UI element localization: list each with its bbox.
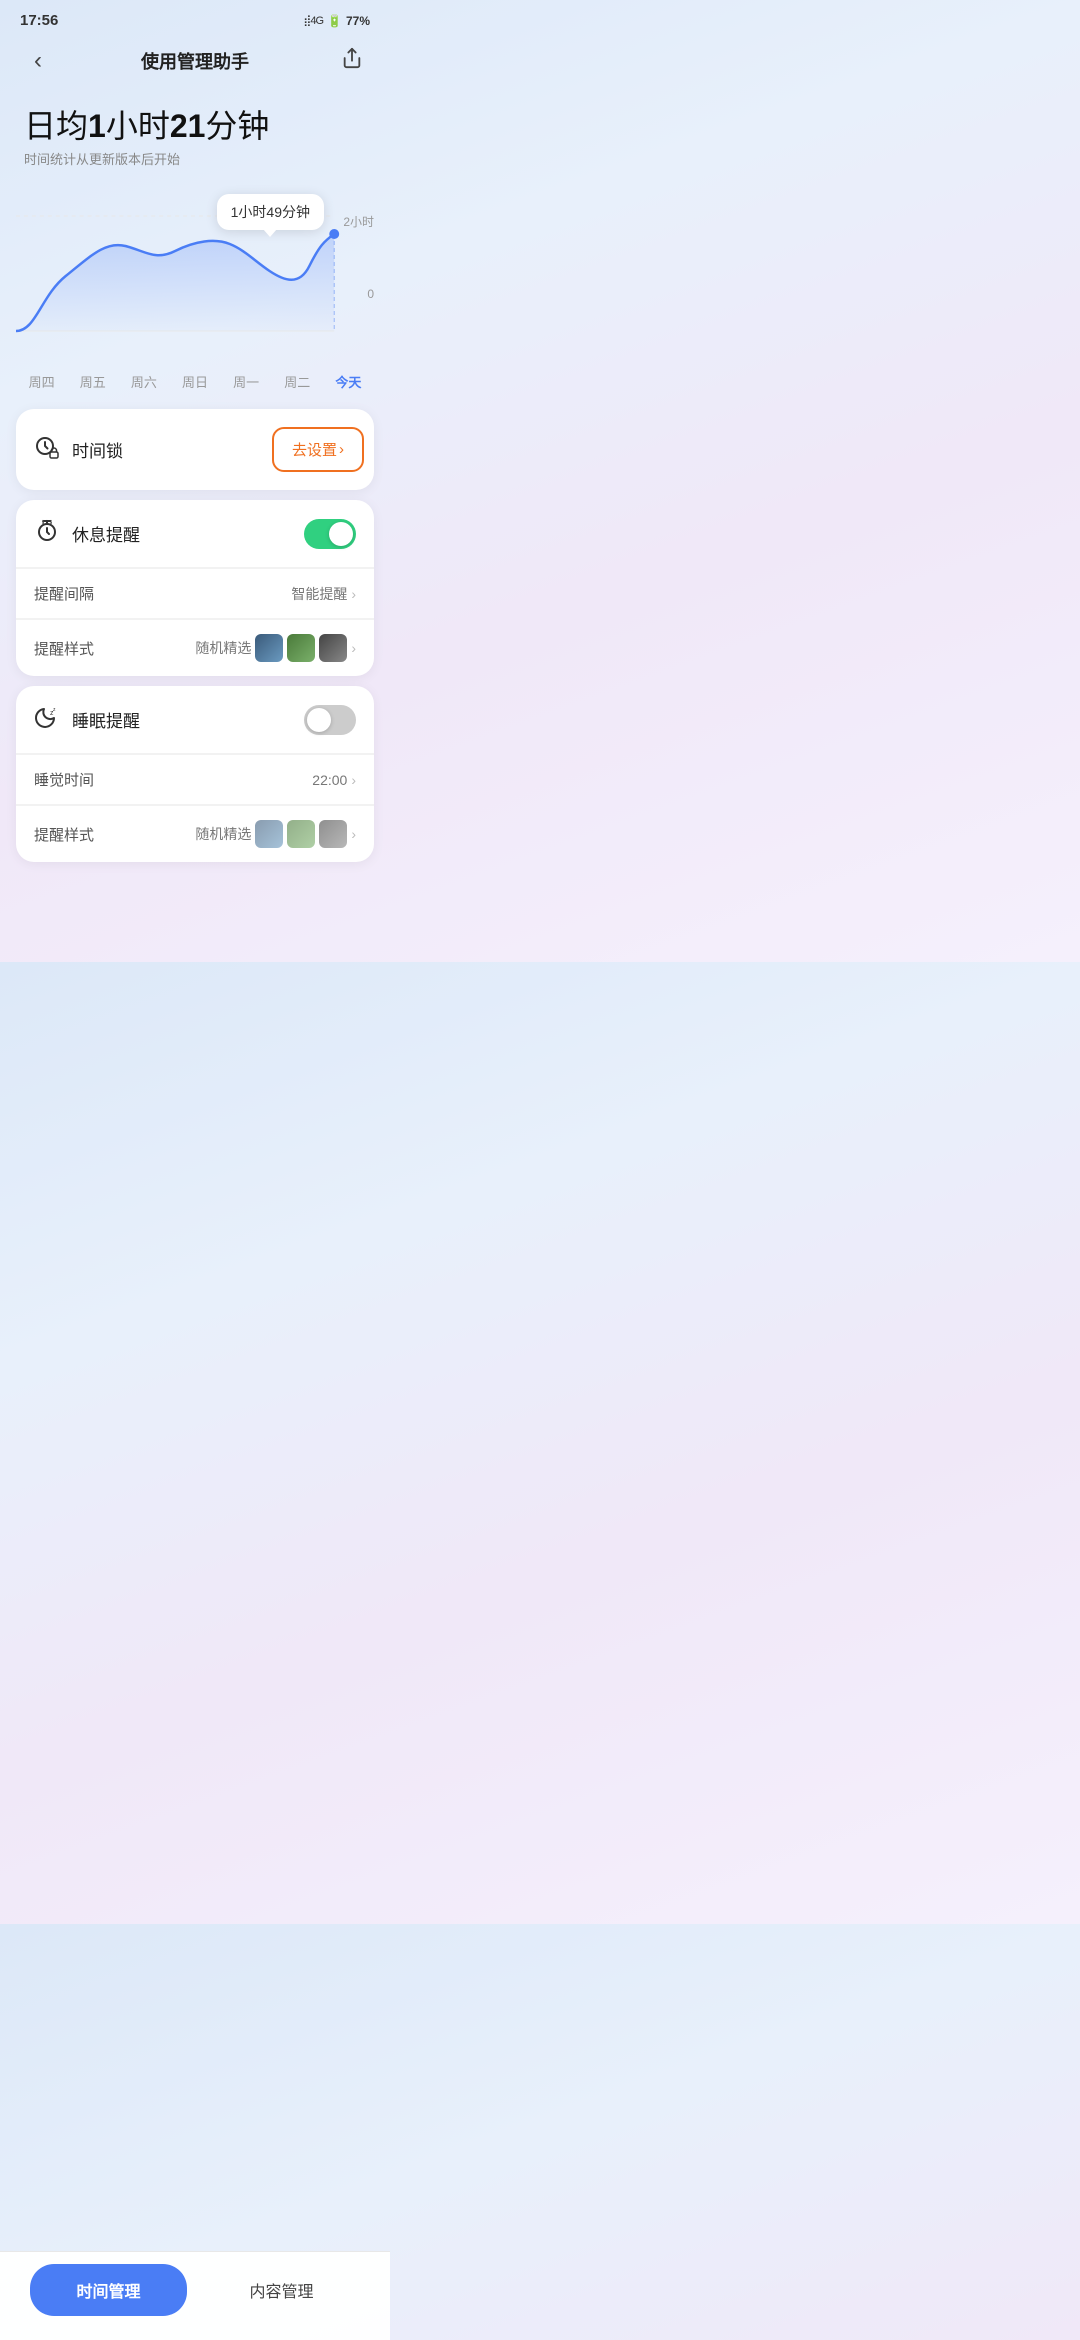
y-label-0: 0 <box>343 288 374 300</box>
time-lock-icon <box>34 434 60 466</box>
content-management-tab[interactable]: 内容管理 <box>203 2264 360 2316</box>
day-today: 今天 <box>323 372 374 391</box>
rest-reminder-toggle[interactable] <box>304 519 356 549</box>
thumb-2 <box>287 634 315 662</box>
daily-avg-subtitle: 时间统计从更新版本后开始 <box>24 149 366 168</box>
reminder-style-label: 提醒样式 <box>34 638 94 659</box>
toggle-circle-sleep <box>307 708 331 732</box>
reminder-thumbnails <box>255 634 347 662</box>
sleep-thumbnails <box>255 820 347 848</box>
day-labels: 周四 周五 周六 周日 周一 周二 今天 <box>0 366 390 399</box>
share-icon <box>341 47 363 75</box>
day-thu: 周四 <box>16 372 67 391</box>
sleep-thumb-3 <box>319 820 347 848</box>
back-button[interactable]: ‹ <box>20 43 56 79</box>
chart-tooltip: 1小时49分钟 <box>217 194 324 230</box>
rest-reminder-card: 休息提醒 提醒间隔 智能提醒 › 提醒样式 随机精选 <box>16 500 374 676</box>
sleep-time-row[interactable]: 睡觉时间 22:00 › <box>16 754 374 804</box>
sleep-reminder-label: 睡眠提醒 <box>72 707 140 732</box>
sleep-time-chevron: › <box>351 772 356 788</box>
sleep-reminder-card: z z 睡眠提醒 睡觉时间 22:00 › 提醒样式 随机精选 <box>16 686 374 862</box>
bottom-tabs: 时间管理 内容管理 <box>0 2251 390 2340</box>
svg-text:z: z <box>53 707 56 713</box>
toggle-circle <box>329 522 353 546</box>
reminder-interval-label: 提醒间隔 <box>34 583 94 604</box>
sleep-style-chevron: › <box>351 826 356 842</box>
rest-reminder-left: 休息提醒 <box>34 518 140 549</box>
daily-avg-minute-unit: 分钟 <box>205 108 269 144</box>
sleep-thumb-2 <box>287 820 315 848</box>
time-lock-label: 时间锁 <box>72 437 123 462</box>
sleep-style-row[interactable]: 提醒样式 随机精选 › <box>16 805 374 862</box>
day-sun: 周日 <box>169 372 220 391</box>
sleep-style-label: 提醒样式 <box>34 824 94 845</box>
goto-settings-button[interactable]: 去设置 › <box>272 427 364 472</box>
status-bar: 17:56 ⣾4G 🔋 77% <box>0 0 390 35</box>
sleep-reminder-toggle[interactable] <box>304 705 356 735</box>
usage-chart: 1小时49分钟 2小时 0 <box>0 176 390 399</box>
reminder-interval-row[interactable]: 提醒间隔 智能提醒 › <box>16 568 374 618</box>
daily-avg-hour-unit: 小时 <box>106 108 170 144</box>
y-label-2hours: 2小时 <box>343 216 374 228</box>
page-title: 使用管理助手 <box>141 48 249 74</box>
goto-settings-label: 去设置 <box>292 439 337 460</box>
sleep-reminder-row: z z 睡眠提醒 <box>16 686 374 753</box>
sleep-reminder-left: z z 睡眠提醒 <box>34 704 140 735</box>
status-time: 17:56 <box>20 12 58 29</box>
goto-chevron-icon: › <box>339 441 344 458</box>
moon-svg: z z <box>34 704 60 730</box>
thumb-3 <box>319 634 347 662</box>
daily-average-section: 日均1小时21分钟 时间统计从更新版本后开始 <box>0 91 390 176</box>
reminder-style-row[interactable]: 提醒样式 随机精选 › <box>16 619 374 676</box>
y-label-2h: 2小时 0 <box>343 216 374 300</box>
rest-reminder-icon <box>34 518 60 549</box>
sleep-reminder-icon: z z <box>34 704 60 735</box>
reminder-interval-chevron: › <box>351 586 356 602</box>
signal-icon: ⣾4G <box>303 14 323 27</box>
timer-svg <box>34 518 60 544</box>
battery-level: 77% <box>346 14 370 28</box>
reminder-interval-text: 智能提醒 <box>291 584 347 604</box>
daily-avg-minutes: 21 <box>170 108 206 144</box>
time-management-tab[interactable]: 时间管理 <box>30 2264 187 2316</box>
daily-average-title: 日均1小时21分钟 <box>24 107 366 145</box>
reminder-interval-value: 智能提醒 › <box>291 584 356 604</box>
daily-avg-hours: 1 <box>88 108 106 144</box>
day-sat: 周六 <box>118 372 169 391</box>
tooltip-text: 1小时49分钟 <box>231 204 310 220</box>
reminder-style-chevron: › <box>351 640 356 656</box>
sleep-time-value: 22:00 › <box>312 772 356 788</box>
sleep-time-label: 睡觉时间 <box>34 769 94 790</box>
sleep-style-text: 随机精选 <box>195 824 251 844</box>
reminder-style-text: 随机精选 <box>195 638 251 658</box>
sleep-thumb-1 <box>255 820 283 848</box>
time-lock-card: 时间锁 去设置 › <box>16 409 374 490</box>
day-fri: 周五 <box>67 372 118 391</box>
reminder-style-value: 随机精选 › <box>195 634 356 662</box>
sleep-time-text: 22:00 <box>312 772 347 788</box>
day-mon: 周一 <box>221 372 272 391</box>
clock-lock-svg <box>34 434 60 460</box>
daily-avg-prefix: 日均 <box>24 108 88 144</box>
status-icons: ⣾4G 🔋 77% <box>303 14 370 28</box>
back-icon: ‹ <box>34 47 42 75</box>
share-button[interactable] <box>334 43 370 79</box>
time-lock-row: 时间锁 去设置 › <box>16 409 374 490</box>
sleep-style-value: 随机精选 › <box>195 820 356 848</box>
time-lock-left: 时间锁 <box>34 434 123 466</box>
day-tue: 周二 <box>272 372 323 391</box>
battery-icon: 🔋 <box>327 14 342 28</box>
rest-reminder-row: 休息提醒 <box>16 500 374 567</box>
thumb-1 <box>255 634 283 662</box>
chart-svg-wrapper: 1小时49分钟 2小时 0 <box>16 186 374 366</box>
header: ‹ 使用管理助手 <box>0 35 390 91</box>
rest-reminder-label: 休息提醒 <box>72 521 140 546</box>
